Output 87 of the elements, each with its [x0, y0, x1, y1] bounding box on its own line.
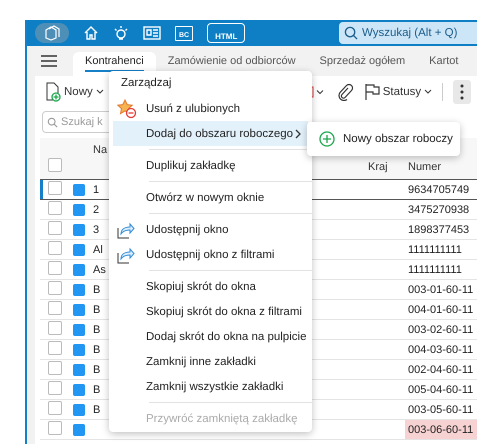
star-remove-icon [117, 98, 137, 118]
search-icon [344, 26, 358, 40]
menu-item[interactable]: Usuń z ulubionych [113, 96, 308, 121]
menu-item[interactable]: Skopiuj skrót do okna z filtrami [113, 299, 308, 324]
lightbulb-icon[interactable] [113, 25, 129, 41]
share-icon [117, 246, 135, 264]
table-cell-text: 003-01-60-11 [407, 282, 474, 298]
checkbox[interactable] [48, 421, 62, 435]
search-icon [47, 116, 58, 128]
table-cell-text: 3475270938 [407, 202, 470, 218]
status-button[interactable]: Statusy [364, 83, 432, 101]
logo-icon[interactable] [35, 23, 69, 43]
checkbox[interactable] [48, 301, 62, 315]
table-cell-text: 2 [92, 202, 100, 218]
checkbox[interactable] [48, 281, 62, 295]
caret-icon [96, 89, 104, 95]
color-square-icon [73, 364, 85, 376]
checkbox[interactable] [48, 381, 62, 395]
menu-item[interactable]: Udostępnij okno [113, 217, 308, 242]
checkbox[interactable] [48, 401, 62, 415]
new-button[interactable]: Nowy [45, 82, 104, 102]
menu-item[interactable]: Zamknij wszystkie zakładki [113, 374, 308, 399]
table-cell-text: 005-04-60-11 [407, 382, 474, 398]
flag-icon [364, 83, 380, 101]
table-cell-text: 002-04-60-11 [407, 362, 474, 378]
checkbox[interactable] [48, 158, 62, 172]
tab[interactable]: Sprzedaż ogółem [308, 52, 418, 76]
checkbox[interactable] [48, 321, 62, 335]
color-square-icon [73, 224, 85, 236]
home-icon[interactable] [83, 25, 99, 41]
color-square-icon [73, 344, 85, 356]
share-icon [117, 220, 135, 238]
table-cell-text: B [92, 402, 102, 418]
checkbox[interactable] [48, 361, 62, 375]
color-square-icon [73, 424, 85, 436]
table-cell-text: B [92, 282, 102, 298]
color-square-icon [73, 184, 85, 196]
menu-item[interactable]: Duplikuj zakładkę [113, 153, 308, 178]
chevron-right-icon [294, 128, 302, 138]
table-cell-text: 1111111111 [407, 262, 463, 278]
table-cell-text: 004-01-60-11 [407, 302, 474, 318]
table-cell-text: 003-02-60-11 [407, 322, 474, 338]
table-cell-text: Al [92, 242, 104, 258]
color-square-icon [73, 264, 85, 276]
plus-circle-icon [319, 131, 335, 147]
color-square-icon [73, 324, 85, 336]
table-cell-text: B [92, 342, 102, 358]
table-cell-text: As [92, 262, 107, 278]
table-cell-text: B [92, 322, 102, 338]
table-cell-text: B [92, 382, 102, 398]
table-cell-text: B [92, 362, 102, 378]
table-cell-text: B [92, 302, 102, 318]
color-square-icon [73, 384, 85, 396]
color-square-icon [73, 204, 85, 216]
search-field[interactable]: Wyszukaj (Alt + Q) [339, 22, 477, 44]
color-square-icon [73, 404, 85, 416]
checkbox[interactable] [48, 261, 62, 275]
table-cell-text: 003-05-60-11 [407, 402, 474, 418]
color-square-icon [73, 244, 85, 256]
table-cell-text: 004-03-60-11 [407, 342, 474, 358]
checkbox[interactable] [48, 241, 62, 255]
column-header[interactable]: Numer [405, 155, 444, 179]
table-cell-text: 3 [92, 222, 100, 238]
checkbox[interactable] [48, 201, 62, 215]
menu-icon[interactable] [41, 55, 57, 67]
table-cell-text: 1111111111 [407, 242, 463, 258]
caret-icon [424, 89, 432, 95]
menu-title: Zarządzaj [120, 76, 172, 91]
html-icon[interactable]: HTML [207, 23, 246, 43]
table-cell-text: 9634705749 [407, 182, 470, 198]
table-cell-text: 1 [92, 182, 100, 198]
file-plus-icon [45, 82, 61, 102]
checkbox[interactable] [48, 221, 62, 235]
color-square-icon [73, 284, 85, 296]
paperclip-icon[interactable] [336, 83, 354, 101]
menu-item[interactable]: Dodaj do obszaru roboczego [113, 121, 308, 146]
checkbox[interactable] [48, 181, 62, 195]
column-header[interactable]: Kraj [365, 155, 391, 179]
more-icon[interactable] [453, 80, 472, 104]
checkbox[interactable] [48, 341, 62, 355]
tab[interactable]: Kartot [417, 52, 470, 76]
color-square-icon [73, 304, 85, 316]
table-cell-text: 1898377453 [407, 222, 470, 238]
menu-item[interactable]: Nowy obszar roboczy [307, 131, 453, 147]
newspaper-icon[interactable] [143, 25, 161, 41]
column-header[interactable]: Na [90, 138, 110, 162]
table-cell: 003-06-60-11 [405, 420, 477, 439]
